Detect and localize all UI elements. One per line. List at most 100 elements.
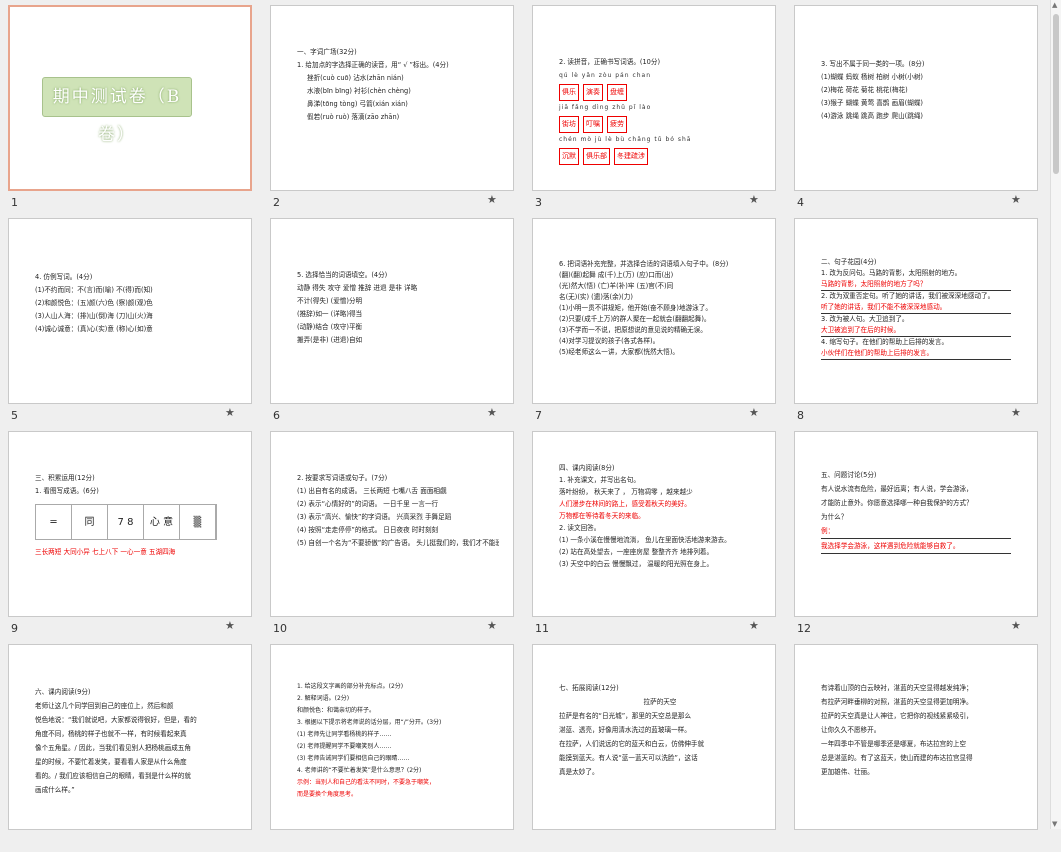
slide-thumb-16[interactable]: 有诗着山顶的白云映衬，湛蓝的天空显得越发纯净； 有拉萨河畔垂柳的对照，湛蓝的天空… — [786, 639, 1048, 852]
slide-line: 3. 改为被人句。大卫追到了。 — [821, 315, 909, 323]
slide-canvas[interactable]: 七、拓展阅读(12分) 拉萨的天空 拉萨是有名的“日光城”，那里的天空总是那么 … — [532, 644, 776, 830]
answer-line: 大卫被追到了在后的时候。 — [821, 325, 1011, 337]
slide-canvas[interactable]: 有诗着山顶的白云映衬，湛蓝的天空显得越发纯净； 有拉萨河畔垂柳的对照，湛蓝的天空… — [794, 644, 1038, 830]
slide-line: (3) 表示“高兴、愉快”的字词语。 兴高采烈 手舞足蹈 — [297, 513, 452, 521]
slide-line: (3) 天空中的白云 慢慢飘过， 温暖的阳光照在身上。 — [559, 560, 714, 568]
slide-line: 假若(ruò ruò) 落滴(zāo zhān) — [307, 113, 400, 121]
slide-number: 4 — [797, 196, 804, 209]
slide-canvas[interactable]: 3. 写出不属于同一类的一项。(8分) (1)蝴蝶 蚂蚁 杨树 柏树 小树(小树… — [794, 5, 1038, 191]
slide-thumb-15[interactable]: 七、拓展阅读(12分) 拉萨的天空 拉萨是有名的“日光城”，那里的天空总是那么 … — [524, 639, 786, 852]
slide-thumb-11[interactable]: 四、课内阅读(8分) 1. 补充课文，并写出名句。 落叶纷纷， 秋天来了 ， 万… — [524, 426, 786, 639]
slide-line: 1. 改为反问句。马路的背影，太阳照射的地方。 — [821, 269, 962, 277]
slide-line: 湛蓝、透亮，好像用清水洗过的蓝玻璃一样。 — [559, 726, 691, 734]
slide-line: 有拉萨河畔垂柳的对照，湛蓝的天空显得更加明净。 — [821, 698, 973, 706]
slide-line: (1) 老师先让同学看杨桃的样子…… — [297, 731, 392, 738]
slide-thumb-3[interactable]: 2. 读拼音，正确书写词语。(10分) qú lè yǎn zòu pán ch… — [524, 0, 786, 213]
star-icon[interactable]: ★ — [487, 193, 497, 206]
answer-line: 小伙伴们在他们的帮助上后排的发言。 — [821, 348, 1011, 360]
slide-line: 五、问题讨论(5分) — [821, 471, 877, 479]
slide-line: 有诗着山顶的白云映衬，湛蓝的天空显得越发纯净； — [821, 684, 973, 692]
slide-line: (1)不约而同：不(言)而(喻) 不(得)而(知) — [35, 286, 153, 294]
slide-line: 角度不同，杨桃的样子也就不一样，有时候看起来真 — [35, 730, 187, 738]
answer-line: 人们漫步在林间的路上，感受着秋天的美好。 — [559, 500, 691, 508]
star-icon[interactable]: ★ — [1011, 619, 1021, 632]
slide-canvas[interactable]: 5. 选择恰当的词语填空。(4分) 动静 得失 攻守 爱憎 推辞 进退 是非 详… — [270, 218, 514, 404]
slide-line: 6. 把词语补充完整，并选择合适的词语填入句子中。(8分) — [559, 260, 729, 268]
pinyin-row: qú lè yǎn zòu pán chan — [559, 72, 652, 79]
slide-line: 有人说水流有危险，最好远离；有人说，学会游泳， — [821, 485, 973, 493]
pinyin-row: jiā fǎng dìng zhǔ pǐ lào — [559, 104, 652, 111]
slide-number: 8 — [797, 409, 804, 422]
slide-thumb-5[interactable]: 4. 仿例写词。(4分) (1)不约而同：不(言)而(喻) 不(得)而(知) (… — [0, 213, 262, 426]
slide-thumb-13[interactable]: 六、课内阅读(9分) 老师让这几个同学回到自己的座位上，然后和颜 悦色地说：“我… — [0, 639, 262, 852]
star-icon[interactable]: ★ — [749, 193, 759, 206]
answer-line: 而是要换个角度思考。 — [297, 791, 358, 798]
answer-line: 马路的背影，太阳照射的地方了吗？ — [821, 279, 1011, 291]
slide-thumb-14[interactable]: 1. 给这段文字画的部分补充标点。(2分) 2. 解释词语。(2分) 和颜悦色：… — [262, 639, 524, 852]
slide-line: 像个五角星。/ 因此，当我们看见别人把杨桃画成五角 — [35, 744, 191, 752]
star-icon[interactable]: ★ — [749, 406, 759, 419]
slide-line: (推辞)如一 (详略)得当 — [297, 310, 363, 318]
slide-title: 期中测试卷（B卷） — [42, 77, 192, 145]
slide-number: 6 — [273, 409, 280, 422]
slide-canvas[interactable]: 期中测试卷（B卷） — [8, 5, 252, 191]
answer-box: 俱乐 — [559, 84, 579, 101]
slide-canvas[interactable]: 二、句子花园(4分) 1. 改为反问句。马路的背影，太阳照射的地方。 马路的背影… — [794, 218, 1038, 404]
slide-thumb-7[interactable]: 6. 把词语补充完整，并选择合适的词语填入句子中。(8分) (翻)(翻)起舞 成… — [524, 213, 786, 426]
slide-line: 2. 改为双重否定句。听了她的讲话，我们被深深地感动了。 — [821, 292, 995, 300]
answer-line: 我选择学会游泳，这样遇到危险就能够自救了。 — [821, 539, 1011, 554]
picture-cell: 7 8 — [108, 505, 144, 539]
pinyin-row: chén mò jù lè bù chǎng tǔ bó shā — [559, 136, 692, 143]
slide-thumb-8[interactable]: 二、句子花园(4分) 1. 改为反问句。马路的背影，太阳照射的地方。 马路的背影… — [786, 213, 1048, 426]
scrollbar-thumb[interactable] — [1053, 14, 1059, 174]
slide-canvas[interactable]: 1. 给这段文字画的部分补充标点。(2分) 2. 解释词语。(2分) 和颜悦色：… — [270, 644, 514, 830]
slide-line: (2)只要(成千上万)的群人聚在一起就会(翻翻起舞)。 — [559, 315, 711, 323]
slide-thumb-1[interactable]: 期中测试卷（B卷） 1 — [0, 0, 262, 213]
answer-line: 三长两短 大同小异 七上八下 一心一意 五湖四海 — [35, 548, 176, 556]
slide-thumb-12[interactable]: 五、问题讨论(5分) 有人说水流有危险，最好远离；有人说，学会游泳， 才能防止意… — [786, 426, 1048, 639]
star-icon[interactable]: ★ — [487, 619, 497, 632]
answer-box: 叮嘱 — [583, 116, 603, 133]
slide-canvas[interactable]: 五、问题讨论(5分) 有人说水流有危险，最好远离；有人说，学会游泳， 才能防止意… — [794, 431, 1038, 617]
slide-line: 真是太妙了。 — [559, 768, 599, 776]
slide-thumb-2[interactable]: 一、字词广场(32分) 1. 给加点的字选择正确的读音，用“ √ ”标出。(4分… — [262, 0, 524, 213]
star-icon[interactable]: ★ — [487, 406, 497, 419]
slide-number: 9 — [11, 622, 18, 635]
star-icon[interactable]: ★ — [749, 619, 759, 632]
slide-canvas[interactable]: 4. 仿例写词。(4分) (1)不约而同：不(言)而(喻) 不(得)而(知) (… — [8, 218, 252, 404]
slide-line: 4. 仿例写词。(4分) — [35, 273, 93, 281]
vertical-scrollbar[interactable]: ▲ ▼ — [1050, 0, 1061, 829]
slide-canvas[interactable]: 2. 读拼音，正确书写词语。(10分) qú lè yǎn zòu pán ch… — [532, 5, 776, 191]
star-icon[interactable]: ★ — [225, 406, 235, 419]
scroll-up-icon[interactable]: ▲ — [1052, 1, 1057, 9]
slide-thumb-6[interactable]: 5. 选择恰当的词语填空。(4分) 动静 得失 攻守 爱憎 推辞 进退 是非 详… — [262, 213, 524, 426]
star-icon[interactable]: ★ — [1011, 193, 1021, 206]
slide-line: (2) 老师提醒同学不要嘲笑别人…… — [297, 743, 392, 750]
slide-line: (2)梅花 荷花 菊花 桃花(梅花) — [821, 86, 908, 94]
slide-number: 5 — [11, 409, 18, 422]
slide-canvas[interactable]: 四、课内阅读(8分) 1. 补充课文，并写出名句。 落叶纷纷， 秋天来了 ， 万… — [532, 431, 776, 617]
star-icon[interactable]: ★ — [1011, 406, 1021, 419]
scroll-down-icon[interactable]: ▼ — [1052, 820, 1057, 828]
slide-number: 10 — [273, 622, 287, 635]
slide-line: 1. 补充课文，并写出名句。 — [559, 476, 640, 484]
slide-canvas[interactable]: 六、课内阅读(9分) 老师让这几个同学回到自己的座位上，然后和颜 悦色地说：“我… — [8, 644, 252, 830]
slide-line: 名(无)(实) (遗)落(余)(力) — [559, 293, 633, 301]
slide-canvas[interactable]: 一、字词广场(32分) 1. 给加点的字选择正确的读音，用“ √ ”标出。(4分… — [270, 5, 514, 191]
slide-thumb-9[interactable]: 三、积累运用(12分) 1. 看图写成语。(6分) ═ 同 7 8 心 意 ▒ … — [0, 426, 262, 639]
slide-line: 和颜悦色：和蔼亲切的样子。 — [297, 707, 376, 714]
slide-line: 为什么？ — [821, 513, 848, 521]
slide-thumb-10[interactable]: 2. 按要求写词语或句子。(7分) (1) 出自有名的成语。 三长两短 七嘴八舌… — [262, 426, 524, 639]
slide-line: (3) 老师告诫同学们要相信自己的眼睛…… — [297, 755, 410, 762]
slide-canvas[interactable]: 三、积累运用(12分) 1. 看图写成语。(6分) ═ 同 7 8 心 意 ▒ … — [8, 431, 252, 617]
slide-canvas[interactable]: 2. 按要求写词语或句子。(7分) (1) 出自有名的成语。 三长两短 七嘴八舌… — [270, 431, 514, 617]
slide-canvas[interactable]: 6. 把词语补充完整，并选择合适的词语填入句子中。(8分) (翻)(翻)起舞 成… — [532, 218, 776, 404]
answer-box: 盘缠 — [607, 84, 627, 101]
slide-line: 拉萨是有名的“日光城”，那里的天空总是那么 — [559, 712, 692, 720]
answer-box: 演奏 — [583, 84, 603, 101]
slide-line: 4. 缩写句子。在他们的帮助上后排的发言。 — [821, 338, 949, 346]
slide-number: 7 — [535, 409, 542, 422]
star-icon[interactable]: ★ — [225, 619, 235, 632]
slide-thumb-4[interactable]: 3. 写出不属于同一类的一项。(8分) (1)蝴蝶 蚂蚁 杨树 柏树 小树(小树… — [786, 0, 1048, 213]
picture-cell: 心 意 — [144, 505, 180, 539]
